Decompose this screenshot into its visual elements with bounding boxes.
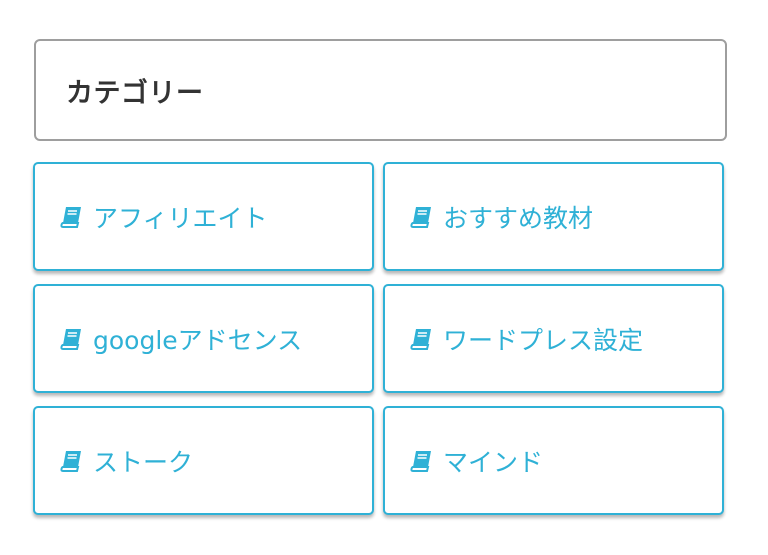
category-widget-header: カテゴリー: [34, 39, 727, 141]
category-grid: アフィリエイト おすすめ教材 googleアドセンス ワードプレス設定 ストーク…: [33, 162, 724, 515]
category-label: googleアドセンス: [93, 325, 303, 355]
category-label: ワードプレス設定: [443, 325, 644, 355]
book-icon: [409, 326, 435, 352]
book-icon: [409, 448, 435, 474]
category-link-google-adsense[interactable]: googleアドセンス: [33, 284, 374, 393]
category-link-stork[interactable]: ストーク: [33, 406, 374, 515]
book-icon: [59, 326, 85, 352]
category-link-mind[interactable]: マインド: [383, 406, 724, 515]
category-label: ストーク: [93, 447, 194, 477]
widget-title: カテゴリー: [66, 77, 204, 109]
book-icon: [59, 204, 85, 230]
category-label: アフィリエイト: [93, 203, 268, 233]
category-link-affiliate[interactable]: アフィリエイト: [33, 162, 374, 271]
book-icon: [59, 448, 85, 474]
book-icon: [409, 204, 435, 230]
category-link-wordpress-settings[interactable]: ワードプレス設定: [383, 284, 724, 393]
category-label: おすすめ教材: [443, 203, 594, 233]
category-label: マインド: [443, 447, 544, 477]
category-link-recommended-materials[interactable]: おすすめ教材: [383, 162, 724, 271]
